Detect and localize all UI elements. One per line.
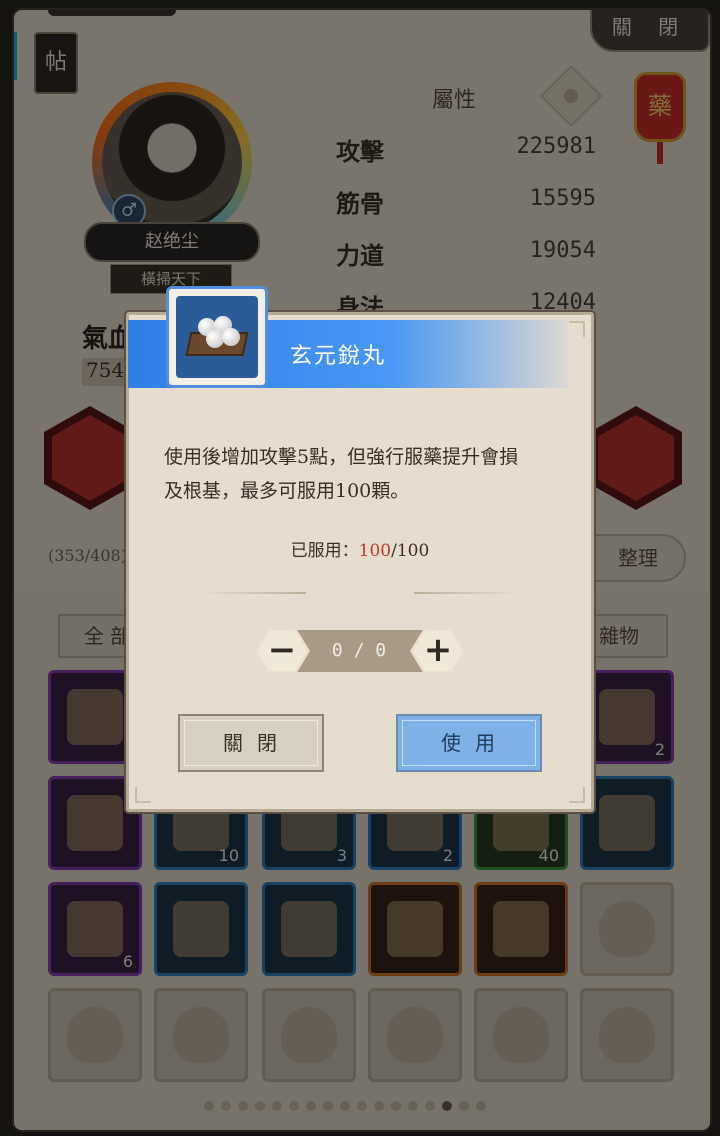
corner-ornament [569, 321, 585, 337]
used-label: 已服用： [290, 541, 359, 561]
divider [414, 592, 520, 594]
description-line: 使用後增加攻擊5點，但強行服藥提升會損 [164, 446, 519, 468]
item-name: 玄元銳丸 [290, 344, 387, 369]
divider [200, 592, 306, 594]
item-icon [166, 286, 268, 388]
used-count: 已服用：100/100 [0, 536, 720, 561]
description-line: 及根基，最多可服用100顆。 [164, 480, 410, 502]
corner-ornament [135, 787, 151, 803]
use-button[interactable]: 使用 [396, 714, 542, 772]
close-button[interactable]: 關閉 [178, 714, 324, 772]
used-max: /100 [391, 541, 430, 561]
pill-tray-icon [176, 296, 258, 378]
item-description: 使用後增加攻擊5點，但強行服藥提升會損 及根基，最多可服用100顆。 [164, 440, 560, 508]
used-current: 100 [358, 541, 392, 561]
corner-ornament [569, 787, 585, 803]
